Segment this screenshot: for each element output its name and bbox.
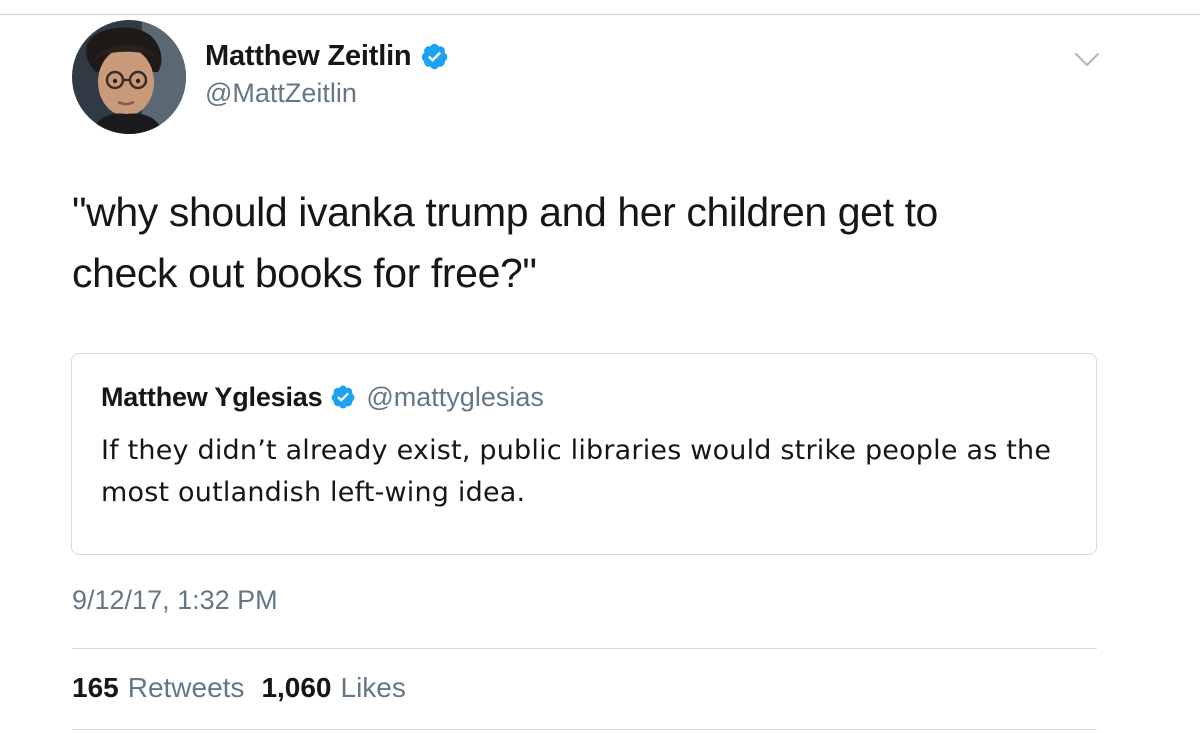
author-name-row[interactable]: Matthew Zeitlin: [205, 36, 449, 76]
stats-top-divider: [72, 648, 1097, 649]
retweets-label[interactable]: Retweets: [128, 672, 245, 704]
quoted-tweet-text: If they didn’t already exist, public lib…: [101, 435, 1052, 508]
tweet-text: "why should ivanka trump and her childre…: [72, 189, 938, 296]
chevron-down-icon[interactable]: [1073, 50, 1101, 70]
verified-badge-icon: [420, 42, 449, 71]
stats-bottom-divider: [72, 729, 1097, 730]
avatar[interactable]: [72, 20, 186, 134]
quoted-author-name: Matthew Yglesias: [101, 381, 323, 412]
tweet-timestamp[interactable]: 9/12/17, 1:32 PM: [72, 585, 278, 616]
tweet-detail-view: Matthew Zeitlin @MattZeitlin "why should…: [0, 0, 1200, 733]
avatar-photo: [72, 20, 186, 134]
quoted-author-handle: @mattyglesias: [366, 381, 544, 412]
likes-label[interactable]: Likes: [341, 672, 406, 704]
quoted-tweet-card[interactable]: Matthew Yglesias @mattyglesias If they d…: [71, 353, 1097, 555]
likes-count[interactable]: 1,060: [261, 672, 331, 704]
quoted-tweet-header: Matthew Yglesias @mattyglesias: [101, 378, 544, 416]
retweets-count[interactable]: 165: [72, 672, 119, 704]
engagement-stats: 165 Retweets 1,060 Likes: [72, 672, 406, 704]
verified-badge-icon: [330, 384, 356, 410]
author-display-name[interactable]: Matthew Zeitlin: [205, 40, 412, 73]
author-handle[interactable]: @MattZeitlin: [205, 78, 357, 109]
top-divider: [0, 14, 1200, 15]
